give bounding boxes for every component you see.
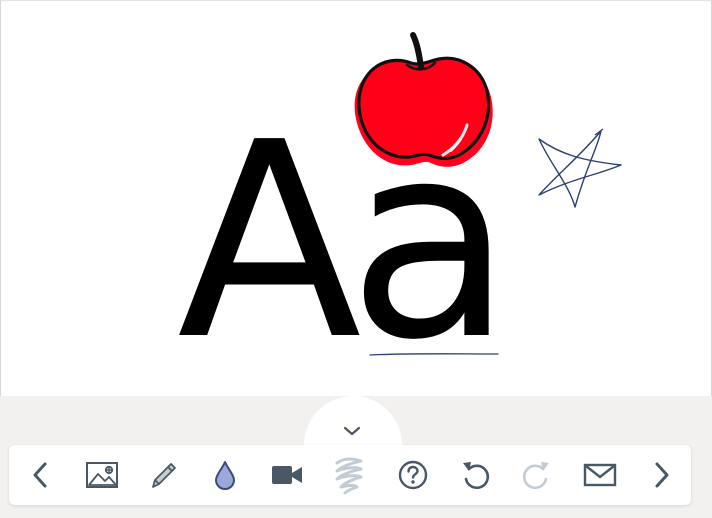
image-add-icon [86, 462, 118, 488]
insert-image-button[interactable] [78, 445, 126, 505]
star-doodle [538, 128, 622, 208]
video-camera-icon [272, 466, 302, 484]
redo-button[interactable] [513, 445, 561, 505]
toolbar [9, 445, 691, 505]
back-button[interactable] [17, 445, 65, 505]
drop-icon [215, 461, 235, 490]
forward-button[interactable] [637, 445, 685, 505]
redo-icon [522, 462, 549, 490]
collapse-toolbar-button[interactable] [336, 420, 368, 442]
undo-button[interactable] [451, 445, 499, 505]
color-picker-button[interactable] [201, 445, 249, 505]
undo-icon [463, 462, 490, 490]
ink-underline [369, 353, 499, 356]
chevron-right-icon [655, 462, 669, 488]
apple-drawing [354, 32, 493, 167]
clear-canvas-button[interactable] [325, 445, 373, 505]
scribble-eraser-icon [335, 457, 363, 495]
send-email-button[interactable] [576, 445, 624, 505]
record-video-button[interactable] [263, 445, 311, 505]
drawing-canvas[interactable]: Aa [0, 0, 712, 400]
help-button[interactable] [389, 445, 437, 505]
envelope-icon [583, 463, 617, 487]
help-circle-icon [398, 460, 428, 490]
chevron-down-icon [343, 426, 361, 436]
pencil-icon [152, 463, 176, 488]
chevron-left-icon [33, 462, 47, 488]
pen-tool-button[interactable] [139, 445, 187, 505]
